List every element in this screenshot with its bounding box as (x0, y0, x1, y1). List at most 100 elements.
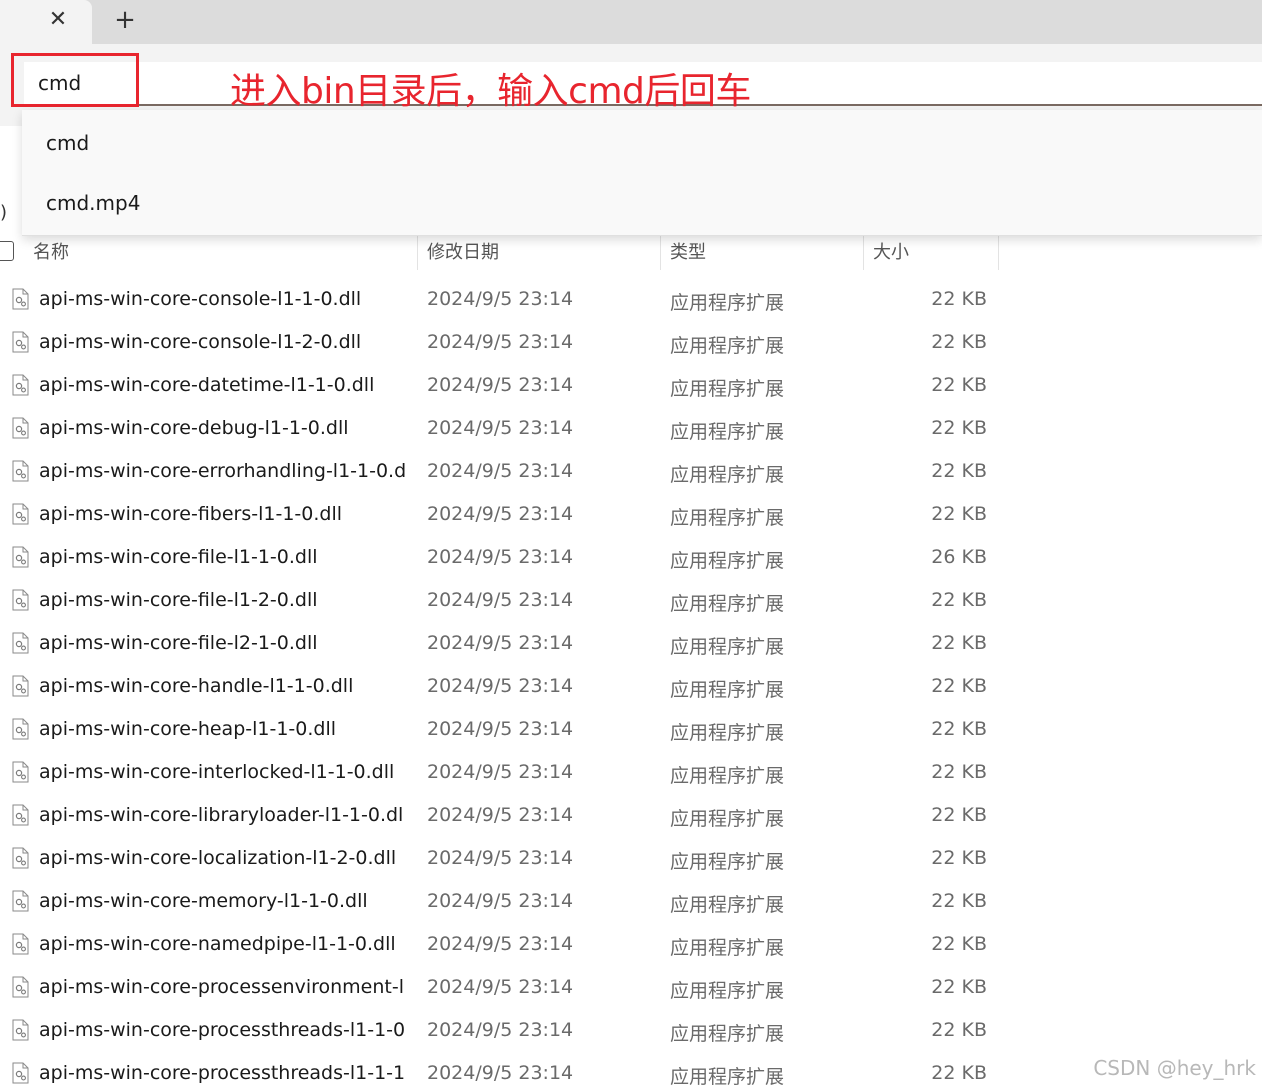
file-name: api-ms-win-core-localization-l1-2-0.dll (39, 847, 397, 869)
file-name: api-ms-win-core-heap-l1-1-0.dll (39, 718, 337, 740)
file-row[interactable]: api-ms-win-core-libraryloader-l1-1-0.dll… (0, 794, 1000, 837)
dll-file-icon (12, 1019, 29, 1041)
file-row[interactable]: api-ms-win-core-memory-l1-1-0.dll 2024/9/… (0, 880, 1000, 923)
file-size: 22 KB (931, 503, 987, 525)
file-type: 应用程序扩展 (670, 421, 785, 443)
column-header-date[interactable]: 修改日期 (427, 238, 499, 264)
file-size: 22 KB (931, 804, 987, 826)
file-name: api-ms-win-core-console-l1-2-0.dll (39, 331, 362, 353)
file-modified-date: 2024/9/5 23:14 (427, 761, 574, 783)
dll-file-icon (12, 288, 29, 310)
file-modified-date: 2024/9/5 23:14 (427, 288, 574, 310)
column-header-name[interactable]: 名称 (33, 238, 69, 264)
file-row[interactable]: api-ms-win-core-heap-l1-1-0.dll 2024/9/5 … (0, 708, 1000, 751)
file-modified-date: 2024/9/5 23:14 (427, 1062, 574, 1084)
dll-file-icon (12, 1062, 29, 1084)
dll-file-icon (12, 331, 29, 353)
select-all-checkbox[interactable] (0, 241, 14, 261)
file-type: 应用程序扩展 (670, 593, 785, 615)
file-type: 应用程序扩展 (670, 550, 785, 572)
file-row[interactable]: api-ms-win-core-console-l1-2-0.dll 2024/9… (0, 321, 1000, 364)
file-type: 应用程序扩展 (670, 679, 785, 701)
file-row[interactable]: api-ms-win-core-handle-l1-1-0.dll 2024/9/… (0, 665, 1000, 708)
file-modified-date: 2024/9/5 23:14 (427, 847, 574, 869)
active-tab[interactable]: ✕ (0, 0, 92, 44)
column-divider[interactable] (998, 236, 999, 270)
tab-strip: ✕ + (0, 0, 1262, 44)
file-modified-date: 2024/9/5 23:14 (427, 933, 574, 955)
close-icon[interactable]: ✕ (42, 4, 74, 36)
file-row[interactable]: api-ms-win-core-processthreads-l1-1-1...… (0, 1052, 1000, 1088)
file-type: 应用程序扩展 (670, 980, 785, 1002)
file-row[interactable]: api-ms-win-core-console-l1-1-0.dll 2024/9… (0, 278, 1000, 321)
file-row[interactable]: api-ms-win-core-debug-l1-1-0.dll 2024/9/5… (0, 407, 1000, 450)
file-name: api-ms-win-core-file-l1-2-0.dll (39, 589, 318, 611)
dll-file-icon (12, 890, 29, 912)
file-modified-date: 2024/9/5 23:14 (427, 890, 574, 912)
dll-file-icon (12, 460, 29, 482)
file-size: 22 KB (931, 933, 987, 955)
dll-file-icon (12, 632, 29, 654)
annotation-text: 进入bin目录后，输入cmd后回车 (230, 71, 751, 112)
file-name: api-ms-win-core-debug-l1-1-0.dll (39, 417, 349, 439)
file-size: 22 KB (931, 890, 987, 912)
file-type: 应用程序扩展 (670, 1066, 785, 1088)
file-row[interactable]: api-ms-win-core-file-l1-2-0.dll 2024/9/5 … (0, 579, 1000, 622)
file-name: api-ms-win-core-console-l1-1-0.dll (39, 288, 362, 310)
file-size: 22 KB (931, 976, 987, 998)
file-modified-date: 2024/9/5 23:14 (427, 589, 574, 611)
suggestion-item[interactable]: cmd (46, 131, 89, 155)
file-row[interactable]: api-ms-win-core-processthreads-l1-1-0...… (0, 1009, 1000, 1052)
file-row[interactable]: api-ms-win-core-file-l2-1-0.dll 2024/9/5 … (0, 622, 1000, 665)
file-row[interactable]: api-ms-win-core-processenvironment-l1...… (0, 966, 1000, 1009)
file-size: 22 KB (931, 374, 987, 396)
file-type: 应用程序扩展 (670, 636, 785, 658)
suggestion-item[interactable]: cmd.mp4 (46, 191, 140, 215)
dll-file-icon (12, 761, 29, 783)
file-type: 应用程序扩展 (670, 1023, 785, 1045)
file-size: 22 KB (931, 288, 987, 310)
file-type: 应用程序扩展 (670, 464, 785, 486)
file-modified-date: 2024/9/5 23:14 (427, 718, 574, 740)
file-row[interactable]: api-ms-win-core-datetime-l1-1-0.dll 2024/… (0, 364, 1000, 407)
address-suggestions-dropdown: cmd cmd.mp4 (22, 110, 1262, 236)
dll-file-icon (12, 718, 29, 740)
file-modified-date: 2024/9/5 23:14 (427, 804, 574, 826)
dll-file-icon (12, 374, 29, 396)
file-row[interactable]: api-ms-win-core-fibers-l1-1-0.dll 2024/9/… (0, 493, 1000, 536)
column-divider[interactable] (863, 236, 864, 270)
navigation-pane-edge: ) (0, 202, 8, 223)
file-row[interactable]: api-ms-win-core-errorhandling-l1-1-0.dll… (0, 450, 1000, 493)
file-size: 22 KB (931, 675, 987, 697)
column-header-size[interactable]: 大小 (873, 238, 909, 264)
file-name: api-ms-win-core-datetime-l1-1-0.dll (39, 374, 375, 396)
file-name: api-ms-win-core-handle-l1-1-0.dll (39, 675, 354, 697)
file-name: api-ms-win-core-file-l1-1-0.dll (39, 546, 318, 568)
file-name: api-ms-win-core-errorhandling-l1-1-0.dll (39, 460, 405, 482)
plus-icon[interactable]: + (108, 4, 142, 36)
column-divider[interactable] (660, 236, 661, 270)
file-row[interactable]: api-ms-win-core-interlocked-l1-1-0.dll 20… (0, 751, 1000, 794)
file-row[interactable]: api-ms-win-core-namedpipe-l1-1-0.dll 2024… (0, 923, 1000, 966)
file-size: 22 KB (931, 718, 987, 740)
file-modified-date: 2024/9/5 23:14 (427, 675, 574, 697)
dll-file-icon (12, 804, 29, 826)
file-type: 应用程序扩展 (670, 808, 785, 830)
file-type: 应用程序扩展 (670, 765, 785, 787)
watermark: CSDN @hey_hrk (1093, 1056, 1256, 1080)
column-header-type[interactable]: 类型 (670, 238, 706, 264)
file-size: 22 KB (931, 761, 987, 783)
file-name: api-ms-win-core-processenvironment-l1... (39, 976, 405, 998)
file-modified-date: 2024/9/5 23:14 (427, 503, 574, 525)
file-type: 应用程序扩展 (670, 851, 785, 873)
annotation-highlight-box (11, 53, 139, 107)
file-modified-date: 2024/9/5 23:14 (427, 546, 574, 568)
file-row[interactable]: api-ms-win-core-localization-l1-2-0.dll 2… (0, 837, 1000, 880)
file-name: api-ms-win-core-processthreads-l1-1-0...… (39, 1019, 405, 1041)
file-size: 26 KB (931, 546, 987, 568)
column-divider[interactable] (417, 236, 418, 270)
file-name: api-ms-win-core-file-l2-1-0.dll (39, 632, 318, 654)
file-size: 22 KB (931, 847, 987, 869)
file-size: 22 KB (931, 589, 987, 611)
file-row[interactable]: api-ms-win-core-file-l1-1-0.dll 2024/9/5 … (0, 536, 1000, 579)
